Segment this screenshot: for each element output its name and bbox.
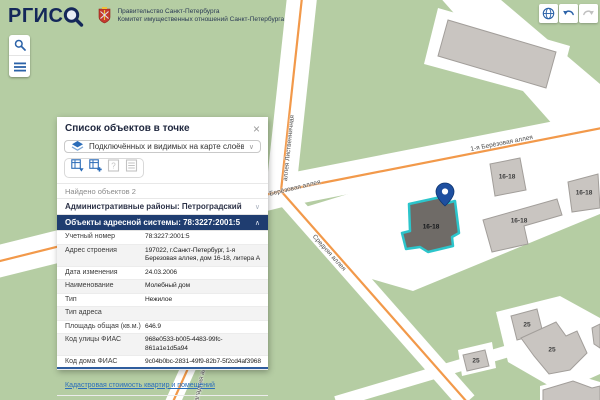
table-export-button[interactable] [71,159,84,177]
group-label: Объекты адресной системы: 78:3227:2001:5 [65,218,240,227]
globe-button[interactable] [539,4,558,23]
detail-value [145,309,262,318]
help-frame-button-disabled: ? [107,159,120,177]
spb-coat-of-arms-icon [98,7,111,24]
detail-row: Учетный номер 78:3227:2001:5 [57,231,268,245]
building-label: 16-18 [511,218,528,225]
map-menu-button[interactable] [9,56,30,77]
gov-line-1: Правительство Санкт-Петербурга [118,8,285,16]
detail-label: Наименование [65,282,145,291]
list-frame-icon [125,159,138,172]
undo-button[interactable] [559,4,578,23]
detail-row: Площадь общая (кв.м.) 646.9 [57,321,268,335]
redo-arrow-icon [582,7,595,20]
building-label: 25 [548,347,555,354]
layer-filter-value: Подключённых и видимых на карте слоёв [89,142,244,151]
magnifier-logo-icon [62,6,84,28]
map-top-toolbar [539,4,598,23]
object-list-panel: Список объектов в точке × Подключённых и… [57,117,268,370]
detail-value: 78:3227:2001:5 [145,233,262,242]
building-label: 16-18 [576,190,593,197]
detail-row: Код дома ФИАС 9c04b0bc-2831-49f9-82b7-5f… [57,356,268,370]
building-label: 16-18 [499,174,516,181]
detail-value: Нежилое [145,296,262,305]
map-search-button[interactable] [9,35,30,56]
layer-filter-dropdown[interactable]: Подключённых и видимых на карте слоёв ∨ [64,140,261,153]
link-row: Кадастровая стоимость квартир и помещени… [57,370,268,396]
group-address-objects[interactable]: Объекты адресной системы: 78:3227:2001:5… [57,215,268,231]
undo-arrow-icon [562,7,575,20]
detail-row: Тип адреса [57,307,268,321]
detail-label: Тип [65,296,145,305]
globe-icon [542,7,555,20]
panel-toolbar: ? [64,158,144,178]
gov-line-2: Комитет имущественных отношений Санкт-Пе… [118,16,285,24]
table-add-icon [89,159,102,172]
detail-value: 646.9 [145,323,262,332]
detail-value: Молебный дом [145,282,262,291]
redo-button[interactable] [579,4,598,23]
panel-header: Список объектов в точке × [57,117,268,138]
detail-label: Адрес строения [65,247,145,264]
help-frame-icon: ? [107,159,120,172]
detail-row: Код улицы ФИАС 968e0533-b005-4483-99fc-8… [57,334,268,356]
close-icon[interactable]: × [253,124,260,134]
detail-value: 197022, г.Санкт-Петербург, 1-я Березовая… [145,247,262,264]
detail-label: Код дома ФИАС [65,358,145,367]
detail-row: Дата изменения 24.03.2006 [57,267,268,281]
detail-value: 9c04b0bc-2831-49f9-82b7-5f2cd4af3968 [145,358,262,367]
table-export-icon [71,159,84,172]
rgis-map-app: 1-я Берёзовая аллея 1-я Берёзовая аллея … [0,0,600,400]
cadastral-value-link[interactable]: Кадастровая стоимость квартир и помещени… [65,382,215,389]
layers-icon [71,141,84,152]
detail-label: Тип адреса [65,309,145,318]
detail-row: Тип Нежилое [57,294,268,308]
chevron-down-icon: ∨ [255,203,260,211]
search-icon [14,39,26,51]
detail-value: 968e0533-b005-4483-99fc-861a1e1d5a94 [145,336,262,353]
map-side-toolbar [9,35,30,77]
detail-row: Адрес строения 197022, г.Санкт-Петербург… [57,245,268,267]
list-frame-button-disabled [125,159,138,177]
detail-value: 24.03.2006 [145,269,262,278]
app-header: РГИС Правительство Санкт-Петербурга Коми… [8,5,284,28]
group-admin-districts[interactable]: Административные районы: Петроградский ∨ [57,199,268,215]
detail-label: Учетный номер [65,233,145,242]
found-count: Найдено объектов 2 [57,183,268,199]
detail-label: Код улицы ФИАС [65,336,145,353]
detail-row: Наименование Молебный дом [57,280,268,294]
building-label-selected: 16-18 [423,224,440,231]
chevron-down-icon: ∨ [249,143,254,151]
group-label: Административные районы: Петроградский [65,202,242,211]
rgis-logo: РГИС [8,5,64,27]
government-caption: Правительство Санкт-Петербурга Комитет и… [118,8,285,24]
panel-title: Список объектов в точке [65,123,190,134]
hamburger-menu-icon [14,62,26,72]
building-label: 25 [523,322,530,329]
svg-text:?: ? [111,161,116,170]
table-add-button[interactable] [89,159,102,177]
detail-label: Площадь общая (кв.м.) [65,323,145,332]
detail-label: Дата изменения [65,269,145,278]
building-label: 25 [472,358,479,365]
chevron-up-icon: ∧ [255,219,260,227]
